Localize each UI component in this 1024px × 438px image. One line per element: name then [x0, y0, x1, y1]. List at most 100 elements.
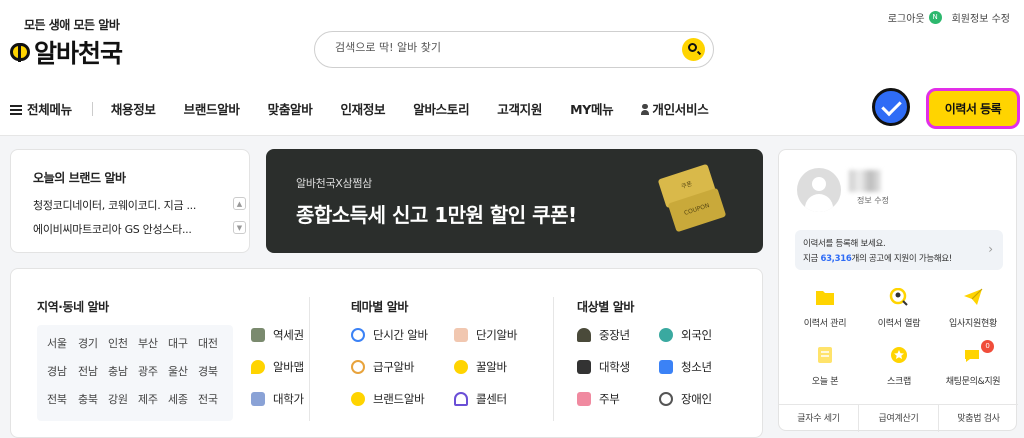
spell-check-link[interactable]: 맞춤법 검사: [939, 405, 1018, 432]
region-link[interactable]: 인천: [108, 335, 128, 351]
char-count-link[interactable]: 글자수 세기: [779, 405, 859, 432]
utility-links: 글자수 세기 급여계산기 맞춤법 검사: [779, 404, 1018, 432]
region-link[interactable]: 울산: [168, 363, 188, 379]
ticket-label: COUPON: [683, 202, 711, 217]
theme-link[interactable]: 콜센터: [454, 391, 507, 407]
item-label: 장애인: [681, 392, 712, 406]
section-divider: [309, 297, 310, 421]
region-link[interactable]: 대구: [168, 335, 188, 351]
target-link[interactable]: 대학생: [577, 359, 630, 375]
region-link[interactable]: 전국: [198, 391, 218, 407]
icon-label: 이력서 관리: [803, 319, 847, 329]
target-link[interactable]: 중장년: [577, 327, 630, 343]
theme-link[interactable]: 단시간 알바: [351, 327, 428, 343]
nav-all-menu[interactable]: 전체메뉴: [10, 99, 72, 118]
nav-my-menu[interactable]: MY메뉴: [570, 99, 614, 118]
region-link[interactable]: 경기: [78, 335, 98, 351]
region-link[interactable]: 전북: [47, 391, 67, 407]
search-bar: [314, 31, 714, 68]
profile-edit-link[interactable]: 정보 수정: [857, 195, 889, 206]
resume-stat-suffix: 개의 공고에 지원이 가능해요!: [851, 254, 953, 264]
avatar[interactable]: [797, 168, 841, 212]
chevron-down-icon[interactable]: ▼: [233, 221, 246, 234]
theme-link[interactable]: 꿀알바: [454, 359, 507, 375]
search-input[interactable]: [335, 41, 665, 54]
nav-custom[interactable]: 맞춤알바: [268, 99, 313, 118]
resume-register-button[interactable]: 이력서 등록: [926, 88, 1020, 129]
search-button[interactable]: [682, 38, 705, 61]
icon-label: 이력서 열람: [877, 319, 921, 329]
nav-support[interactable]: 고객지원: [497, 99, 542, 118]
chevron-right-icon: ›: [988, 242, 993, 256]
nav-label: 개인서비스: [652, 102, 709, 117]
region-link[interactable]: 제주: [138, 391, 158, 407]
nav-talent[interactable]: 인재정보: [340, 99, 385, 118]
region-link[interactable]: 경북: [198, 363, 218, 379]
alba-map-link[interactable]: 알바맵: [251, 359, 304, 375]
application-status-button[interactable]: 입사지원현황: [927, 288, 1019, 329]
item-label: 단시간 알바: [373, 328, 428, 342]
map-pin-icon: [251, 360, 265, 374]
region-link[interactable]: 대전: [198, 335, 218, 351]
region-link[interactable]: 서울: [47, 335, 67, 351]
site-logo[interactable]: 알바천국: [10, 34, 123, 70]
nav-personal[interactable]: 개인서비스: [641, 99, 709, 118]
item-label: 단기알바: [476, 328, 518, 342]
region-link[interactable]: 부산: [138, 335, 158, 351]
target-link[interactable]: 장애인: [659, 391, 712, 407]
icon-label: 스크랩: [887, 377, 911, 387]
region-link[interactable]: 경남: [47, 363, 67, 379]
item-label: 역세권: [273, 328, 304, 342]
target-link[interactable]: 주부: [577, 391, 620, 407]
region-link[interactable]: 전남: [78, 363, 98, 379]
target-link[interactable]: 외국인: [659, 327, 712, 343]
campus-link[interactable]: 대학가: [251, 391, 304, 407]
blurred-username: [849, 170, 881, 192]
site-header: 모든 생애 모든 알바 알바천국 로그아웃 N 회원정보 수정 전체메뉴 채용정…: [0, 0, 1024, 136]
target-section-title: 대상별 알바: [577, 300, 634, 314]
hat-icon: [577, 328, 591, 342]
promo-banner[interactable]: 알바천국X삼쩜삼 종합소득세 신고 1만원 할인 쿠폰! 쿠폰 COUPON: [266, 149, 763, 253]
logout-link[interactable]: 로그아웃: [888, 10, 925, 25]
theme-link[interactable]: 브랜드알바: [351, 391, 425, 407]
brand-item[interactable]: 에이비씨마트코리아 GS 안성스타...: [33, 221, 192, 237]
chat-inquiry-button[interactable]: 채팅문의&지원 0: [927, 340, 1019, 387]
station-area-link[interactable]: 역세권: [251, 327, 304, 343]
notification-badge: 0: [981, 340, 994, 353]
nav-jobs[interactable]: 채용정보: [111, 99, 156, 118]
theme-section-title: 테마별 알바: [351, 300, 408, 314]
person-icon: [641, 104, 650, 115]
item-label: 주부: [599, 392, 620, 406]
item-label: 꿀알바: [476, 360, 507, 374]
section-divider: [553, 297, 554, 421]
theme-link[interactable]: 급구알바: [351, 359, 414, 375]
target-link[interactable]: 청소년: [659, 359, 712, 375]
icon-label: 채팅문의&지원: [945, 377, 1001, 387]
globe-icon: [659, 328, 673, 342]
member-edit-link[interactable]: 회원정보 수정: [952, 10, 1010, 25]
category-card: 지역·동네 알바 서울 경기 인천 부산 대구 대전 경남 전남 충남 광주 울…: [10, 268, 763, 438]
region-link[interactable]: 세종: [168, 391, 188, 407]
new-badge: N: [928, 11, 942, 24]
icon-label: 오늘 본: [811, 377, 839, 387]
region-link[interactable]: 충남: [108, 363, 128, 379]
item-label: 외국인: [681, 328, 712, 342]
top-links: 로그아웃 N 회원정보 수정: [888, 10, 1010, 25]
region-link[interactable]: 충북: [78, 391, 98, 407]
theme-link[interactable]: 단기알바: [454, 327, 517, 343]
region-link[interactable]: 강원: [108, 391, 128, 407]
salary-calc-link[interactable]: 급여계산기: [859, 405, 939, 432]
star-icon: [891, 347, 907, 363]
chevron-up-icon[interactable]: ▲: [233, 197, 246, 210]
item-label: 콜센터: [476, 392, 507, 406]
region-link[interactable]: 광주: [138, 363, 158, 379]
nav-story[interactable]: 알바스토리: [413, 99, 469, 118]
brand-item[interactable]: 청정코디네이터, 코웨이코디. 지금 ...: [33, 197, 196, 213]
graduation-cap-icon: [577, 360, 591, 374]
nav-brand[interactable]: 브랜드알바: [184, 99, 240, 118]
bee-icon: [10, 43, 30, 62]
region-grid: 서울 경기 인천 부산 대구 대전 경남 전남 충남 광주 울산 경북 전북 충…: [37, 325, 233, 421]
resume-hint-box[interactable]: 이력서를 등록해 보세요. 지금 63,316개의 공고에 지원이 가능해요! …: [795, 230, 1003, 270]
item-label: 대학생: [599, 360, 630, 374]
checkmark-icon: [872, 88, 910, 126]
